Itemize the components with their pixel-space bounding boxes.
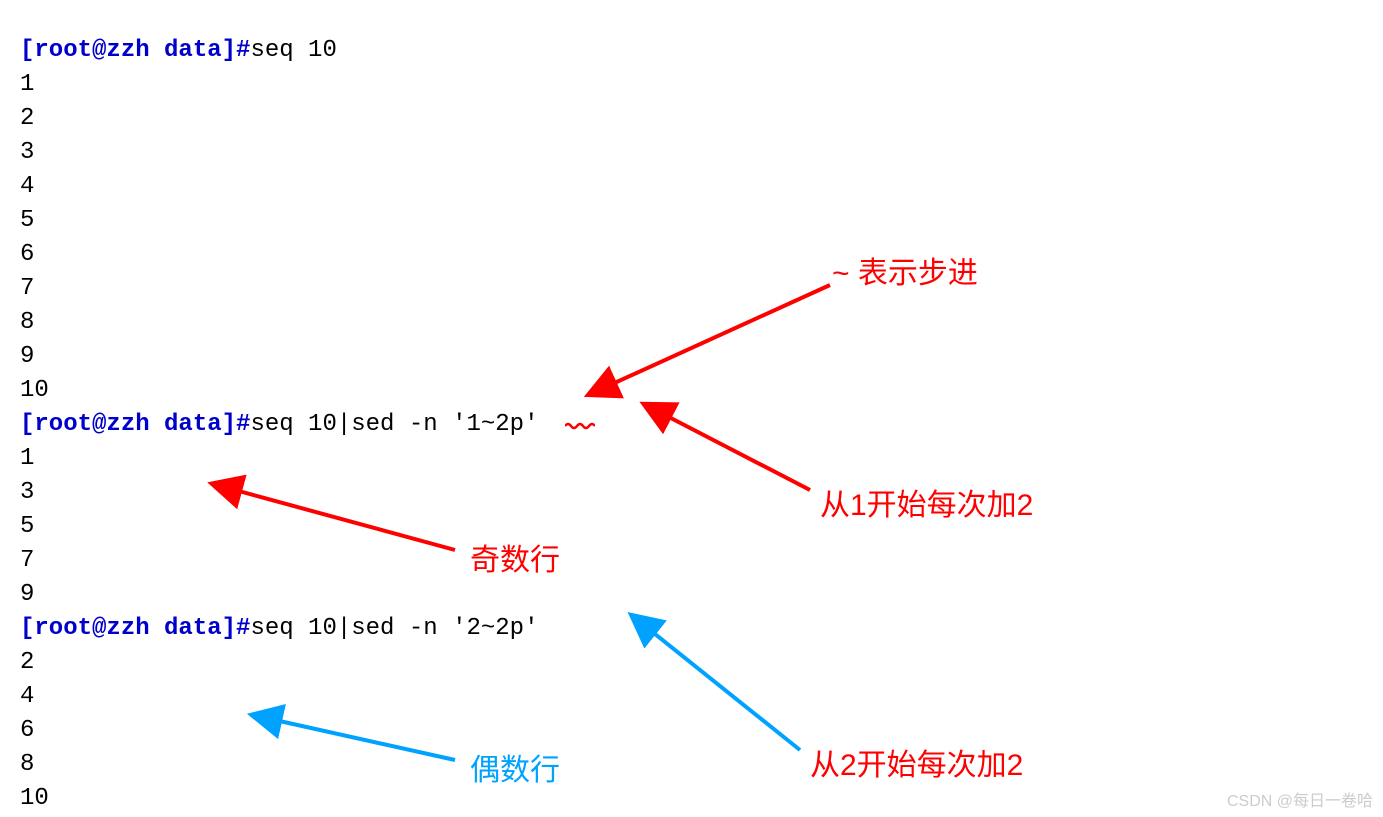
output-line: 10 — [20, 785, 49, 812]
prompt: [root@zzh data]# — [20, 411, 250, 438]
output-line: 3 — [20, 139, 34, 166]
squiggle-underline — [565, 422, 595, 430]
output-line: 8 — [20, 309, 34, 336]
prompt: [root@zzh data]# — [20, 615, 250, 642]
output-line: 5 — [20, 207, 34, 234]
output-line: 9 — [20, 581, 34, 608]
annotation-odd: 奇数行 — [470, 535, 560, 579]
prompt: [root@zzh data]# — [20, 37, 250, 64]
output-line: 6 — [20, 241, 34, 268]
command-1: seq 10 — [250, 37, 336, 64]
output-line: 9 — [20, 343, 34, 370]
output-line: 8 — [20, 751, 34, 778]
output-line: 10 — [20, 377, 49, 404]
command-3: seq 10|sed -n '2~2p' — [250, 615, 538, 642]
output-line: 4 — [20, 173, 34, 200]
terminal-output: [root@zzh data]#seq 10 1 2 3 4 5 6 7 8 9… — [20, 0, 538, 816]
annotation-even: 偶数行 — [470, 745, 560, 789]
output-line: 2 — [20, 649, 34, 676]
output-line: 1 — [20, 445, 34, 472]
annotation-step: ~ 表示步进 — [832, 248, 978, 292]
output-line: 1 — [20, 71, 34, 98]
output-line: 7 — [20, 275, 34, 302]
output-line: 7 — [20, 547, 34, 574]
output-line: 6 — [20, 717, 34, 744]
output-line: 3 — [20, 479, 34, 506]
output-line: 4 — [20, 683, 34, 710]
command-2: seq 10|sed -n '1~2p' — [250, 411, 538, 438]
output-line: 5 — [20, 513, 34, 540]
annotation-from2: 从2开始每次加2 — [810, 740, 1023, 784]
output-line: 2 — [20, 105, 34, 132]
annotation-from1: 从1开始每次加2 — [820, 480, 1033, 524]
watermark: CSDN @每日一卷哈 — [1227, 787, 1373, 811]
